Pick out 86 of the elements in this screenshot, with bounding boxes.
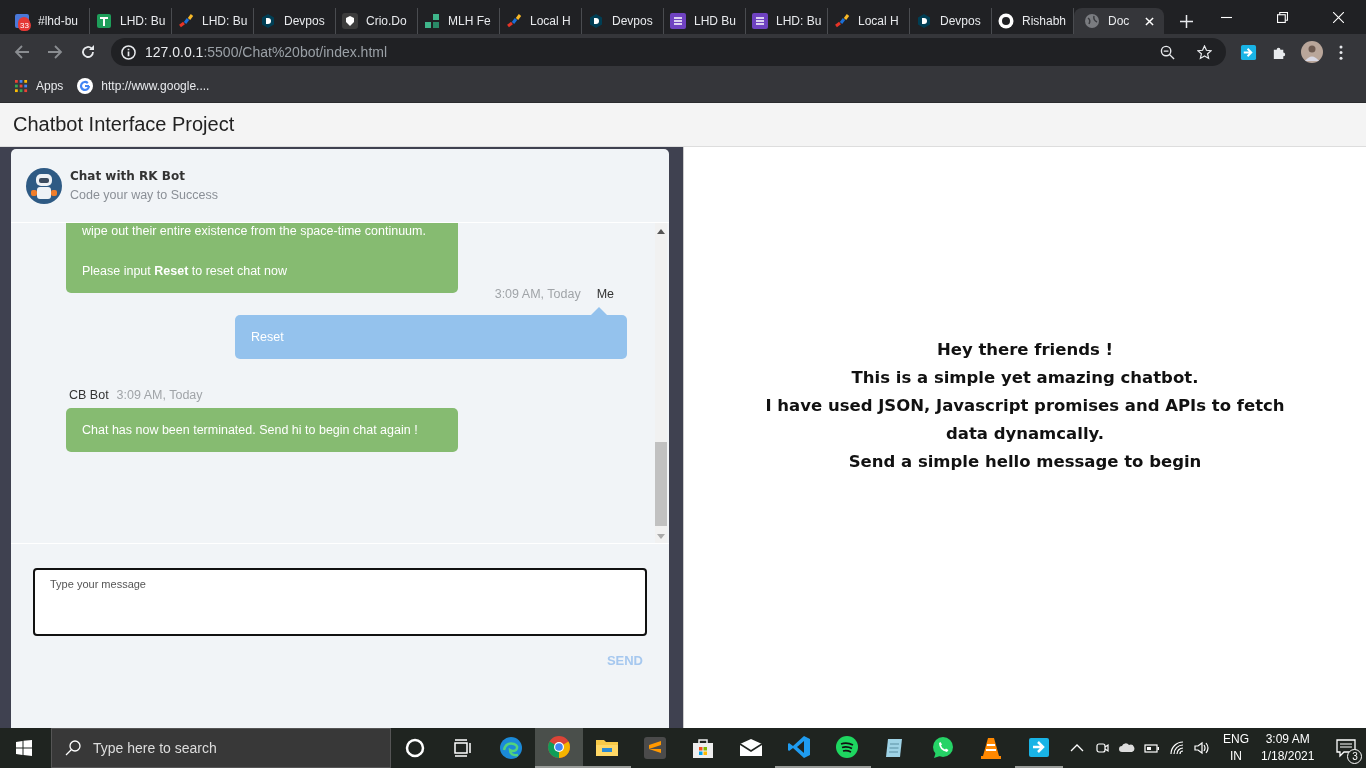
bars-icon — [506, 13, 522, 29]
bars-icon — [178, 13, 194, 29]
google-icon — [77, 78, 94, 94]
grid-icon — [15, 79, 28, 93]
tab-title: Local H — [858, 14, 900, 28]
tab-title: Devpos — [940, 14, 982, 28]
count-badge: 33 — [18, 20, 31, 31]
wave-icon — [499, 736, 523, 760]
chrome-icon — [547, 735, 571, 759]
bars-icon — [834, 13, 850, 29]
language-code[interactable]: ENG — [1223, 731, 1249, 748]
message-bubble: Reset — [235, 315, 627, 359]
message-time: 3:09 AM, Today — [494, 286, 581, 302]
spreadsheet-icon — [96, 13, 112, 29]
bookmark[interactable]: Apps — [15, 79, 64, 93]
info-text: I have used JSON, Javascript promises and APIs to fetch data dynamcally. — [764, 394, 1286, 445]
info-text: Send a simple hello message to begin — [847, 450, 1203, 473]
star-icon[interactable] — [1197, 44, 1212, 60]
reload-icon[interactable] — [80, 44, 96, 60]
message-bubble: Chat has now been terminated. Send hi to begin chat again ! — [66, 408, 458, 452]
chat-title: Chat with RK Bot — [70, 169, 186, 183]
speaker-icon[interactable] — [1194, 740, 1210, 756]
tab-title: Crio.Do — [366, 14, 408, 28]
url-path: :5500/Chat%20bot/index.html — [203, 44, 388, 60]
camera-icon[interactable] — [1094, 740, 1110, 756]
windows-start-icon[interactable] — [16, 740, 32, 756]
forward-arrow-icon[interactable] — [47, 44, 63, 60]
scrollbar[interactable] — [655, 223, 667, 543]
tab-title: Devpos — [284, 14, 326, 28]
search-icon — [65, 740, 81, 756]
s-shape-icon — [643, 736, 667, 760]
tab-title: LHD: Bu — [120, 14, 165, 28]
tab-title: Devpos — [612, 14, 654, 28]
tab-title: LHD: Bu — [202, 14, 247, 28]
hexagon-icon — [916, 13, 932, 29]
tab-title: LHD Bu — [694, 14, 738, 28]
hexagon-icon — [260, 13, 276, 29]
list-icon — [670, 13, 686, 29]
address-bar[interactable]: 127.0.0.1:5500/Chat%20bot/index.html — [111, 38, 1226, 66]
info-text: Hey there friends ! — [935, 338, 1115, 361]
info-icon — [121, 44, 136, 60]
shopping-bag-icon — [691, 736, 715, 760]
notification-count: 3 — [1347, 749, 1363, 764]
tab-title: Rishabh — [1022, 14, 1067, 28]
notification-icon[interactable] — [1336, 738, 1357, 758]
tab-title: MLH Fe — [448, 14, 492, 28]
message-input[interactable]: Type your message — [33, 568, 647, 636]
profile-avatar[interactable] — [1301, 41, 1323, 63]
list-icon — [752, 13, 768, 29]
url-host: 127.0.0.1 — [145, 44, 204, 60]
plus-icon[interactable] — [1180, 14, 1193, 28]
circle-icon — [403, 736, 427, 760]
tab-title: #lhd-bu — [38, 14, 80, 28]
restore-icon[interactable] — [1277, 11, 1288, 23]
shield-icon — [342, 13, 358, 29]
chat-bubble-icon — [931, 736, 955, 760]
blocks-icon — [424, 13, 440, 29]
close-icon[interactable] — [1333, 11, 1344, 23]
search-field[interactable]: Type here to search — [51, 728, 391, 768]
sender-name: Me — [596, 286, 614, 302]
traffic-cone-icon — [979, 736, 1003, 760]
wifi-icon[interactable] — [1169, 740, 1185, 756]
sender-name: CB Bot — [69, 387, 109, 403]
bookmark[interactable]: http://www.google.... — [77, 78, 210, 94]
tab-title: Local H — [530, 14, 572, 28]
chat-subtitle: Code your way to Success — [70, 188, 218, 202]
message-bubble: wipe out their entire existence from the space-time continuum. Please input Reset to reset chat now — [66, 223, 458, 293]
close-icon[interactable] — [1145, 16, 1154, 26]
spotify-icon — [835, 735, 859, 759]
globe-icon — [1084, 13, 1100, 29]
back-arrow-icon[interactable] — [14, 44, 30, 60]
browser-tab[interactable]: Doc — [1074, 8, 1164, 34]
tab-title: LHD: Bu — [776, 14, 821, 28]
menu-icon[interactable] — [1339, 44, 1343, 60]
search-placeholder: Type here to search — [93, 740, 217, 756]
clock-date[interactable]: 1/18/2021 — [1261, 748, 1315, 765]
region-code[interactable]: IN — [1230, 748, 1242, 765]
info-text: This is a simple yet amazing chatbot. — [850, 366, 1200, 389]
clock-time[interactable]: 3:09 AM — [1265, 731, 1310, 748]
tab-title: Doc — [1108, 14, 1131, 28]
code-editor-icon — [787, 735, 811, 759]
message-time: 3:09 AM, Today — [116, 387, 203, 403]
zoom-out-icon[interactable] — [1160, 44, 1175, 60]
hexagon-icon — [588, 13, 604, 29]
robot-avatar — [26, 167, 62, 204]
bubble-pointer — [591, 307, 607, 315]
